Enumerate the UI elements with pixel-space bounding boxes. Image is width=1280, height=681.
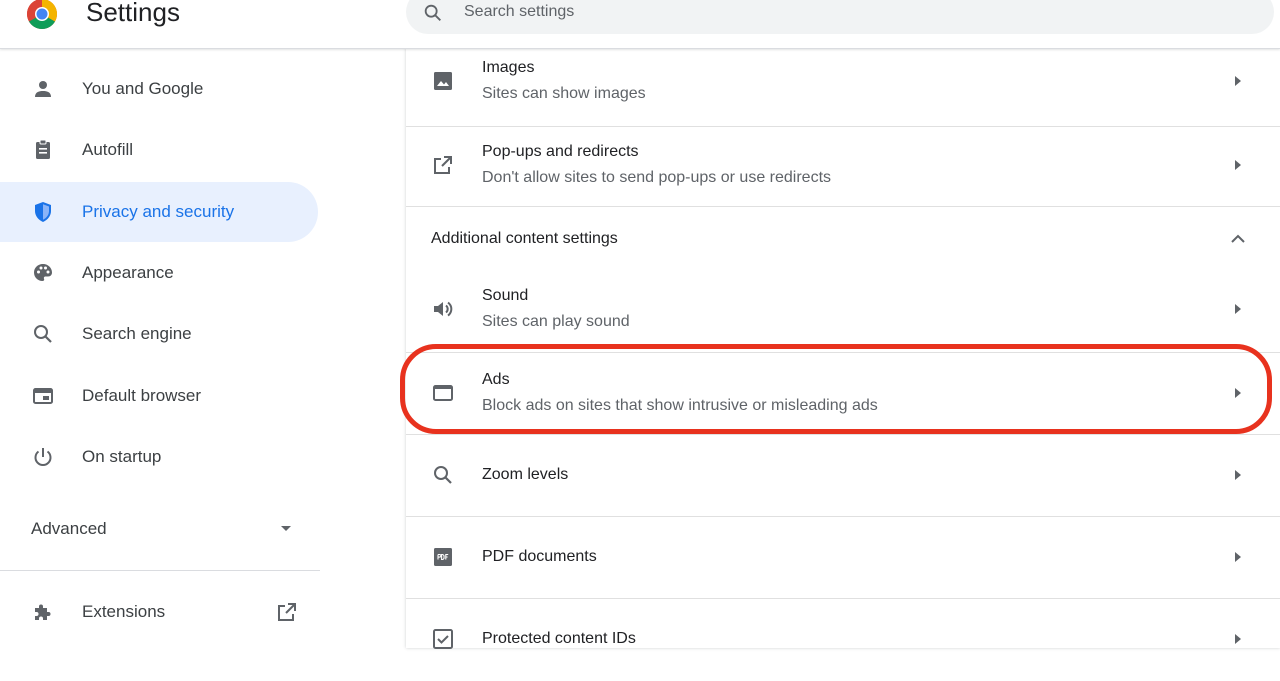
chevron-right-icon <box>1235 470 1241 480</box>
search-icon <box>424 4 441 21</box>
row-title: Protected content IDs <box>482 630 636 647</box>
puzzle-piece-icon <box>35 604 51 620</box>
row-title: Sound <box>482 287 529 304</box>
sidebar-item-extensions[interactable]: Extensions <box>0 582 318 642</box>
row-title: PDF documents <box>482 548 597 565</box>
pdf-icon <box>434 548 452 566</box>
image-icon <box>434 72 452 90</box>
volume-icon <box>434 301 453 317</box>
row-subtitle: Block ads on sites that show intrusive o… <box>482 397 878 414</box>
sidebar-item-privacy-and-security[interactable]: Privacy and security <box>0 182 318 242</box>
open-in-new-icon[interactable] <box>275 600 299 624</box>
content-settings-card: Images Sites can show images Pop-ups and… <box>406 48 1280 649</box>
checkbox-icon <box>433 629 453 649</box>
sidebar-item-search-engine[interactable]: Search engine <box>0 304 318 364</box>
setting-row-pdf-documents[interactable]: PDF documents <box>406 516 1280 599</box>
top-toolbar: Settings <box>0 0 1280 49</box>
page-title: Settings <box>86 0 180 27</box>
chevron-right-icon <box>1235 160 1241 170</box>
open-in-new-icon <box>434 156 452 174</box>
sidebar-item-label: Default browser <box>82 386 202 405</box>
divider <box>0 570 320 571</box>
person-icon <box>35 81 51 97</box>
row-title: Ads <box>482 371 510 388</box>
row-title: Images <box>482 59 535 76</box>
sidebar-item-label: On startup <box>82 447 162 466</box>
chevron-right-icon <box>1235 76 1241 86</box>
palette-icon <box>34 264 52 281</box>
sidebar-item-label: Privacy and security <box>82 202 235 221</box>
sidebar-item-label: Autofill <box>82 140 134 159</box>
sidebar-item-label: Search engine <box>82 324 192 343</box>
chevron-right-icon <box>1235 304 1241 314</box>
sidebar-item-label: You and Google <box>82 79 204 98</box>
search-icon <box>34 325 52 343</box>
search-input[interactable] <box>464 0 1244 24</box>
sidebar-item-you-and-google[interactable]: You and Google <box>0 59 318 119</box>
chevron-up-icon[interactable] <box>1226 227 1250 251</box>
section-title: Additional content settings <box>431 230 618 247</box>
sidebar-item-label: Extensions <box>82 602 166 621</box>
row-title: Zoom levels <box>482 466 569 483</box>
row-subtitle: Sites can show images <box>482 85 646 102</box>
ads-window-icon <box>433 385 453 401</box>
setting-row-ads[interactable]: Ads Block ads on sites that show intrusi… <box>406 352 1280 435</box>
clipboard-icon <box>36 139 50 159</box>
section-header-additional-content[interactable]: Additional content settings <box>406 206 1280 271</box>
sidebar-item-on-startup[interactable]: On startup <box>0 427 318 487</box>
sidebar-item-default-browser[interactable]: Default browser <box>0 366 318 426</box>
sidebar-item-autofill[interactable]: Autofill <box>0 120 318 180</box>
setting-row-popups[interactable]: Pop-ups and redirects Don't allow sites … <box>406 126 1280 207</box>
shield-icon <box>35 202 51 222</box>
browser-icon <box>33 388 53 404</box>
setting-row-images[interactable]: Images Sites can show images <box>406 48 1280 126</box>
sidebar-nav: You and Google Autofill Privacy and secu… <box>0 48 330 640</box>
chrome-logo-icon <box>27 0 57 30</box>
row-title: Pop-ups and redirects <box>482 143 639 160</box>
chevron-right-icon <box>1235 552 1241 562</box>
sidebar-item-appearance[interactable]: Appearance <box>0 243 318 303</box>
chevron-right-icon <box>1235 388 1241 398</box>
row-subtitle: Sites can play sound <box>482 313 630 330</box>
zoom-icon <box>434 466 452 484</box>
power-icon <box>34 448 52 466</box>
setting-row-sound[interactable]: Sound Sites can play sound <box>406 270 1280 352</box>
search-bar[interactable] <box>406 0 1274 34</box>
setting-row-zoom-levels[interactable]: Zoom levels <box>406 434 1280 517</box>
chevron-right-icon <box>1235 634 1241 644</box>
sidebar-item-label: Appearance <box>82 263 174 282</box>
advanced-toggle-label[interactable]: Advanced <box>31 518 107 540</box>
row-subtitle: Don't allow sites to send pop-ups or use… <box>482 169 832 186</box>
caret-down-icon[interactable] <box>279 522 293 536</box>
